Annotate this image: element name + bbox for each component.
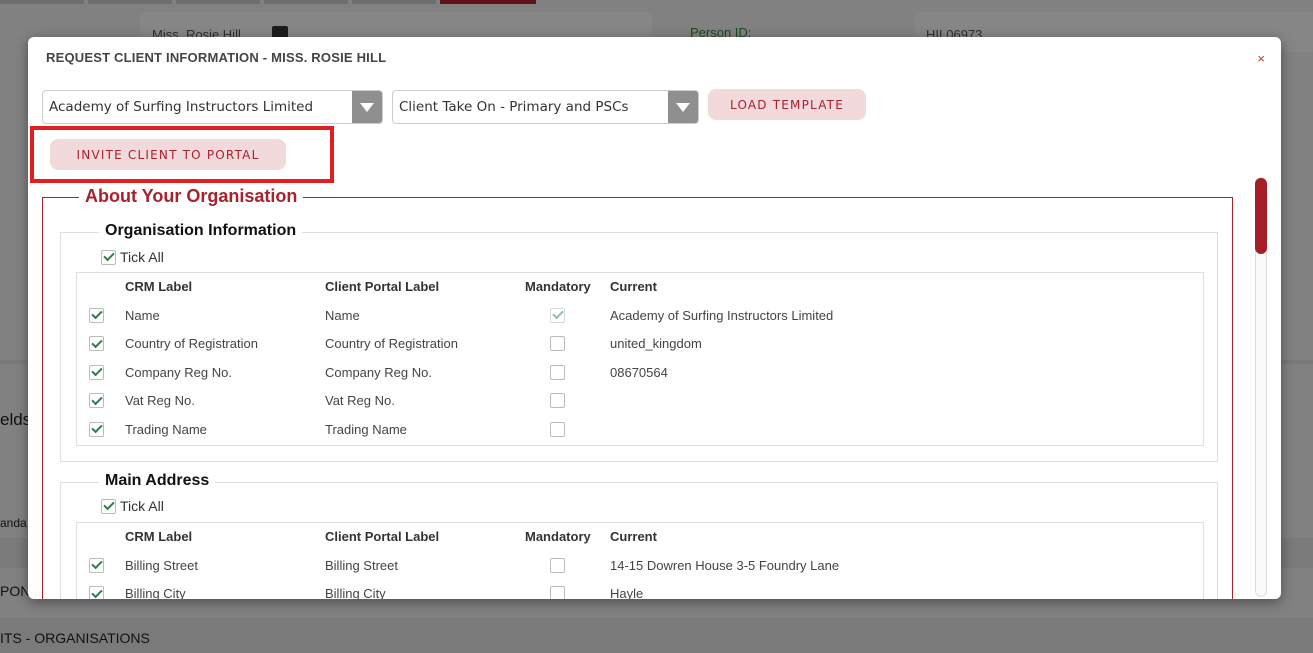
column-header-crm: CRM Label [125, 529, 193, 544]
portal-label: Vat Reg No. [325, 393, 395, 408]
template-select-value: Client Take On - Primary and PSCs [399, 99, 629, 115]
table-row: Country of Registration Country of Regis… [77, 330, 1203, 359]
crm-label: Billing Street [125, 557, 198, 573]
modal-scroll-content[interactable]: About Your Organisation Organisation Inf… [42, 187, 1233, 599]
tick-all-address[interactable]: Tick All [101, 498, 164, 514]
mandatory-checkbox[interactable] [550, 364, 565, 380]
section-legend: Main Address [99, 472, 216, 490]
include-checkbox[interactable] [89, 336, 104, 351]
about-organisation-fieldset: About Your Organisation Organisation Inf… [42, 187, 1233, 599]
tick-all-checkbox[interactable] [101, 498, 116, 514]
portal-label: Company Reg No. [325, 364, 432, 380]
include-checkbox[interactable] [89, 421, 104, 437]
organisation-information-fieldset: Organisation Information Tick All CRM La… [60, 222, 1218, 462]
organisation-select[interactable]: Academy of Surfing Instructors Limited [42, 90, 383, 124]
table-header-row: CRM Label Client Portal Label Mandatory … [77, 523, 1203, 552]
column-header-current: Current [610, 529, 657, 544]
about-organisation-legend: About Your Organisation [79, 187, 304, 207]
current-value: Hayle [610, 586, 644, 599]
table-row: Vat Reg No. Vat Reg No. [77, 387, 1203, 416]
column-header-portal: Client Portal Label [325, 279, 440, 294]
include-checkbox[interactable] [89, 364, 104, 380]
tick-all-checkbox[interactable] [101, 249, 116, 265]
table-row: Company Reg No. Company Reg No. 08670564 [77, 359, 1203, 388]
mandatory-checkbox[interactable] [550, 393, 565, 408]
table-header-row: CRM Label Client Portal Label Mandatory … [77, 273, 1203, 302]
mandatory-checkbox[interactable] [550, 586, 565, 599]
crm-label: Country of Registration [125, 336, 258, 351]
invite-client-to-portal-button[interactable]: INVITE CLIENT TO PORTAL [50, 139, 286, 170]
portal-label: Country of Registration [325, 336, 458, 351]
current-value: Academy of Surfing Instructors Limited [610, 307, 834, 323]
mandatory-checkbox[interactable] [550, 336, 565, 351]
close-icon[interactable]: × [1257, 51, 1265, 66]
table-row: Billing Street Billing Street 14-15 Dowr… [77, 552, 1203, 581]
include-checkbox[interactable] [89, 557, 104, 573]
tick-all-label: Tick All [120, 249, 164, 265]
current-value: united_kingdom [610, 336, 702, 351]
column-header-mandatory: Mandatory [525, 279, 591, 294]
mandatory-checkbox[interactable] [550, 557, 565, 573]
crm-label: Billing City [125, 586, 186, 599]
address-fields-table: CRM Label Client Portal Label Mandatory … [76, 522, 1204, 599]
tick-all-label: Tick All [120, 498, 164, 514]
crm-label: Name [125, 307, 160, 323]
include-checkbox[interactable] [89, 393, 104, 408]
chevron-down-icon[interactable] [352, 91, 382, 123]
section-legend: Organisation Information [99, 222, 303, 240]
column-header-current: Current [610, 279, 657, 294]
mandatory-checkbox [550, 307, 565, 323]
template-select[interactable]: Client Take On - Primary and PSCs [392, 90, 699, 124]
include-checkbox[interactable] [89, 307, 104, 323]
column-header-mandatory: Mandatory [525, 529, 591, 544]
tick-all-organisation[interactable]: Tick All [101, 249, 164, 265]
current-value: 08670564 [610, 364, 668, 380]
chevron-down-icon[interactable] [668, 91, 698, 123]
table-row: Billing City Billing City Hayle [77, 580, 1203, 599]
scrollbar-thumb[interactable] [1255, 178, 1267, 254]
current-value: 14-15 Dowren House 3-5 Foundry Lane [610, 557, 840, 573]
modal-title: REQUEST CLIENT INFORMATION - MISS. ROSIE… [46, 50, 387, 65]
crm-label: Vat Reg No. [125, 393, 195, 408]
mandatory-checkbox[interactable] [550, 421, 565, 437]
table-row: Name Name Academy of Surfing Instructors… [77, 302, 1203, 331]
portal-label: Billing City [325, 586, 386, 599]
table-row: Trading Name Trading Name [77, 416, 1203, 445]
load-template-button[interactable]: LOAD TEMPLATE [708, 89, 866, 120]
include-checkbox[interactable] [89, 586, 104, 599]
portal-label: Trading Name [325, 421, 407, 437]
portal-label: Name [325, 307, 360, 323]
crm-label: Trading Name [125, 421, 207, 437]
request-client-info-modal: REQUEST CLIENT INFORMATION - MISS. ROSIE… [28, 37, 1281, 599]
crm-label: Company Reg No. [125, 364, 232, 380]
main-address-fieldset: Main Address Tick All CRM Label Client P… [60, 472, 1218, 599]
column-header-portal: Client Portal Label [325, 529, 440, 544]
organisation-fields-table: CRM Label Client Portal Label Mandatory … [76, 272, 1204, 446]
column-header-crm: CRM Label [125, 279, 193, 294]
portal-label: Billing Street [325, 557, 398, 573]
vertical-scrollbar[interactable] [1255, 177, 1267, 597]
organisation-select-value: Academy of Surfing Instructors Limited [49, 99, 314, 115]
